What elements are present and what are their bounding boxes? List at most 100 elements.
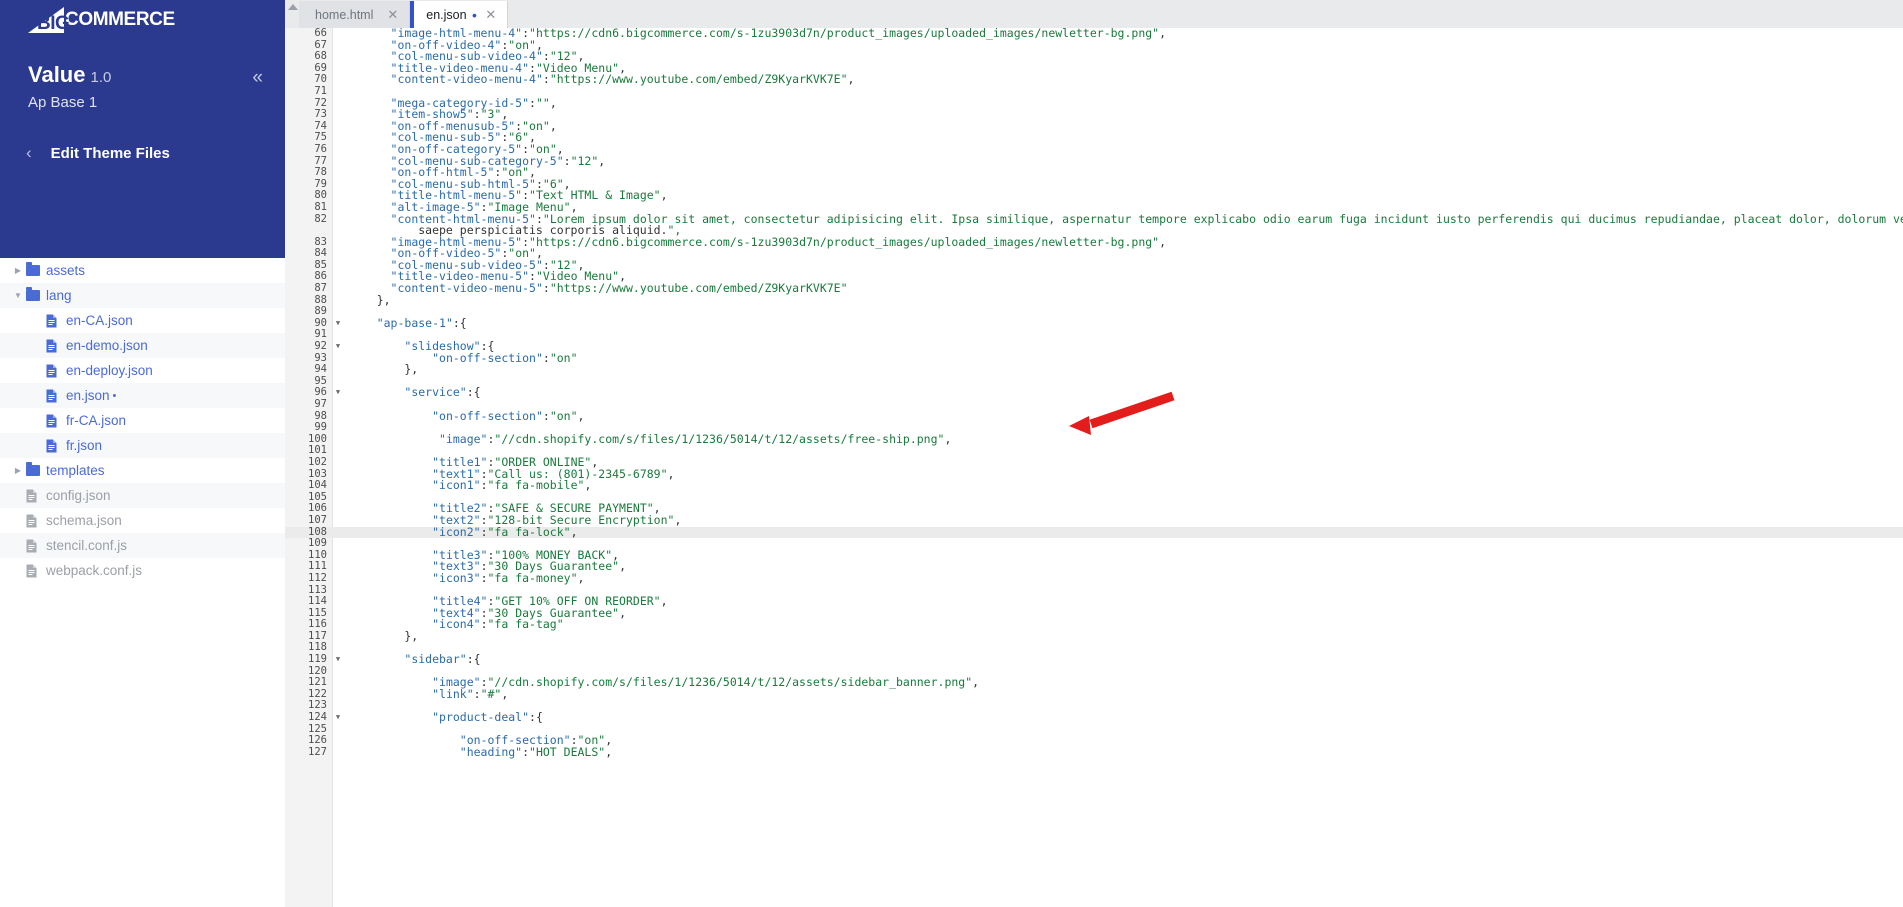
scroll-up-icon[interactable]	[288, 4, 298, 10]
tree-file-en-deploy-json[interactable]: en-deploy.json	[0, 358, 285, 383]
code-line[interactable]: 116 "icon4":"fa fa-tag"	[285, 618, 1903, 631]
sidebar-header: BIG COMMERCE Value 1.0 Ap Base 1 « ‹ Edit…	[0, 0, 285, 258]
code-text: "on-off-section":"on",	[432, 408, 585, 423]
folder-icon	[26, 262, 46, 276]
tree-folder-assets[interactable]: ▶ assets	[0, 258, 285, 283]
file-icon	[46, 314, 66, 328]
line-number: 81	[314, 200, 327, 213]
chevron-down-icon[interactable]: ▼	[10, 291, 26, 300]
code-line[interactable]: 104 "icon1":"fa fa-mobile",	[285, 478, 1903, 493]
code-line[interactable]: 87 "content-video-menu-5":"https://www.y…	[285, 282, 1903, 295]
unsaved-dot-icon: •	[112, 389, 117, 402]
editor-tab-label: en.json	[426, 7, 467, 22]
line-number: 87	[314, 282, 327, 295]
code-editor[interactable]: 66 "image-html-menu-4":"https://cdn6.big…	[285, 28, 1903, 907]
code-line[interactable]: 119 ▼ "sidebar":{	[285, 653, 1903, 666]
line-number: 66	[314, 28, 327, 39]
code-line[interactable]: 96 ▼ "service":{	[285, 387, 1903, 399]
code-line[interactable]: 94 },	[285, 363, 1903, 376]
file-icon	[26, 564, 46, 578]
editor-panel: home.html ✕ en.json • ✕ 66 "image-html-menu-…	[285, 0, 1903, 907]
tree-folder-lang[interactable]: ▼ lang	[0, 283, 285, 308]
code-line[interactable]: 118	[285, 642, 1903, 654]
tree-file-fr-ca-json[interactable]: fr-CA.json	[0, 408, 285, 433]
logo-big-text: BIG	[37, 13, 70, 34]
tree-file-en-json[interactable]: en.json •	[0, 383, 285, 408]
line-number: 127	[308, 745, 327, 758]
editor-tabbar: home.html ✕ en.json • ✕	[285, 0, 1903, 28]
fold-toggle-icon[interactable]: ▼	[333, 387, 343, 399]
tree-file-en-demo-json[interactable]: en-demo.json	[0, 333, 285, 358]
tree-item-label: en.json	[66, 388, 110, 403]
code-line[interactable]: 72 "mega-category-id-5":"",	[285, 97, 1903, 110]
code-text: },	[349, 292, 391, 307]
editor-tab-home-html[interactable]: home.html ✕	[299, 1, 411, 28]
app-root: BIG COMMERCE Value 1.0 Ap Base 1 « ‹ Edit…	[0, 0, 1903, 907]
collapse-sidebar-icon[interactable]: «	[252, 68, 263, 87]
code-line[interactable]: 93 "on-off-section":"on"	[285, 352, 1903, 365]
line-number: 97	[314, 398, 327, 410]
line-number: 78	[314, 166, 327, 179]
tree-item-label: en-CA.json	[66, 313, 133, 328]
bigcommerce-logo-mark-icon: BIG	[28, 7, 70, 34]
tree-file-schema-json: schema.json	[0, 508, 285, 533]
code-text: "content-video-menu-4":"https://www.yout…	[390, 72, 855, 87]
line-number: 71	[314, 84, 327, 97]
code-line[interactable]: 95	[285, 375, 1903, 388]
code-line[interactable]: 90 ▼ "ap-base-1":{	[285, 315, 1903, 330]
theme-variation: Ap Base 1	[28, 94, 98, 111]
code-text: "link":"#",	[432, 686, 509, 701]
fold-toggle-icon[interactable]: ▼	[333, 712, 343, 724]
logo-commerce-text: COMMERCE	[65, 9, 175, 30]
code-line[interactable]: 121 "image":"//cdn.shopify.com/s/files/1…	[285, 676, 1903, 689]
line-number: 104	[308, 479, 327, 492]
code-line[interactable]: 89	[285, 306, 1903, 318]
edit-theme-files-nav[interactable]: ‹ Edit Theme Files	[0, 143, 285, 163]
tree-item-label: assets	[46, 263, 86, 278]
editor-tab-en-json[interactable]: en.json • ✕	[410, 1, 509, 28]
tab-close-icon[interactable]: ✕	[387, 7, 398, 23]
fold-toggle-icon[interactable]: ▼	[333, 341, 343, 353]
file-icon	[26, 489, 46, 503]
code-line[interactable]: 117 },	[285, 630, 1903, 643]
line-number: 114	[308, 595, 327, 608]
chevron-right-icon[interactable]: ▶	[10, 266, 26, 275]
tree-item-label: fr.json	[66, 438, 103, 453]
code-text: "ap-base-1":{	[376, 315, 467, 330]
code-line[interactable]: 127 "heading":"HOT DEALS",	[285, 745, 1903, 759]
code-line[interactable]: 98 "on-off-section":"on",	[285, 408, 1903, 423]
code-lines: 66 "image-html-menu-4":"https://cdn6.big…	[285, 28, 1903, 758]
file-icon	[46, 364, 66, 378]
code-line[interactable]: 122 "link":"#",	[285, 686, 1903, 701]
tree-file-webpack-conf-js: webpack.conf.js	[0, 558, 285, 583]
tree-item-label: fr-CA.json	[66, 413, 127, 428]
tree-item-label: en-deploy.json	[66, 363, 153, 378]
tree-item-label: webpack.conf.js	[46, 563, 143, 578]
line-number: 109	[308, 537, 327, 550]
code-line[interactable]: 70 "content-video-menu-4":"https://www.y…	[285, 74, 1903, 86]
chevron-right-icon[interactable]: ▶	[10, 466, 26, 475]
code-text: "product-deal":{	[432, 710, 543, 725]
code-line[interactable]: 108 "icon2":"fa fa-lock",	[285, 526, 1903, 539]
code-line[interactable]: 91	[285, 329, 1903, 341]
line-number: 82	[314, 212, 327, 225]
tab-close-icon[interactable]: ✕	[485, 7, 496, 23]
code-line[interactable]: 124 ▼ "product-deal":{	[285, 710, 1903, 725]
tree-file-fr-json[interactable]: fr.json	[0, 433, 285, 458]
folder-icon	[26, 462, 46, 476]
fold-toggle-icon[interactable]: ▼	[333, 318, 343, 330]
code-text: "service":{	[404, 385, 481, 400]
file-icon	[46, 439, 66, 453]
code-line[interactable]: 100 "image":"//cdn.shopify.com/s/files/1…	[285, 433, 1903, 446]
chevron-left-icon[interactable]: ‹	[26, 143, 32, 163]
code-line[interactable]: 88 },	[285, 292, 1903, 307]
line-number: 107	[308, 513, 327, 526]
fold-toggle-icon[interactable]: ▼	[333, 654, 343, 666]
tree-file-en-ca-json[interactable]: en-CA.json	[0, 308, 285, 333]
file-icon	[46, 339, 66, 353]
code-line[interactable]: 112 "icon3":"fa fa-money",	[285, 570, 1903, 585]
theme-version: 1.0	[90, 69, 112, 86]
tree-folder-templates[interactable]: ▶ templates	[0, 458, 285, 483]
code-text: "icon1":"fa fa-mobile",	[432, 478, 592, 493]
code-text: "icon3":"fa fa-money",	[432, 570, 585, 585]
